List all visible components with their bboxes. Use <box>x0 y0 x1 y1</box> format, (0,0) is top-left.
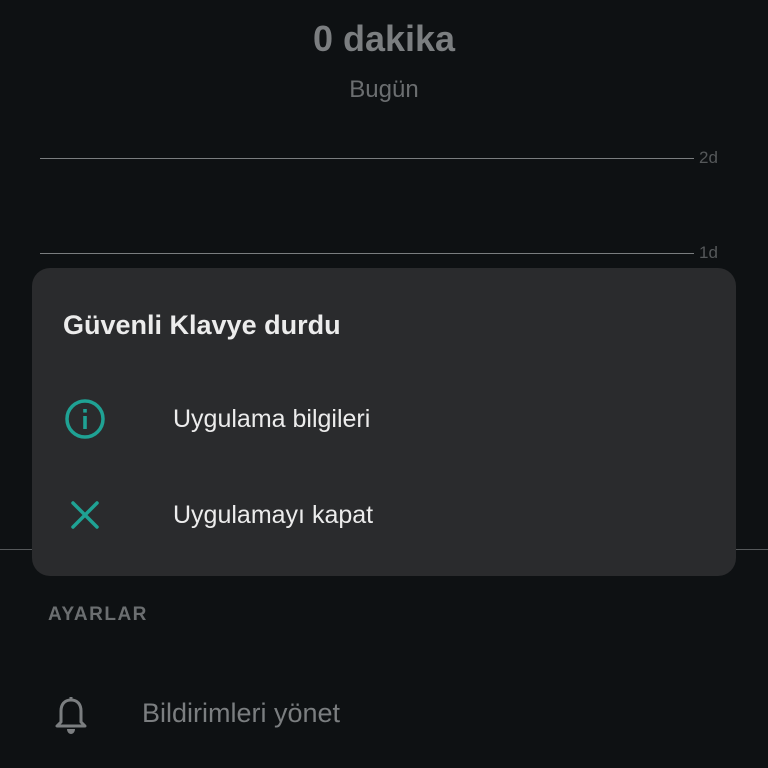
chart-gridline-label: 2d <box>699 148 718 167</box>
info-icon <box>65 399 105 439</box>
usage-total: 0 dakika <box>312 18 456 59</box>
settings-item-label: Bildirimleri yönet <box>142 698 341 728</box>
app-info-label: Uygulama bilgileri <box>173 405 371 433</box>
chart-gridline-label: 1d <box>699 243 718 262</box>
app-info-button[interactable]: Uygulama bilgileri <box>32 372 736 464</box>
settings-item-manage-notifications[interactable]: Bildirimleri yönet <box>0 680 768 752</box>
screen: 0 dakika Bugün 2d 1d AYARLAR Bildirimler… <box>0 0 768 768</box>
app-stopped-dialog: Güvenli Klavye durdu Uygulama bilgileri … <box>32 268 736 576</box>
dialog-title: Güvenli Klavye durdu <box>63 310 341 340</box>
close-icon <box>71 501 99 529</box>
usage-period: Bugün <box>349 76 419 103</box>
bell-icon <box>55 697 87 734</box>
chart-gridline <box>40 253 694 254</box>
close-app-label: Uygulamayı kapat <box>173 501 374 529</box>
chart-gridline <box>40 158 694 159</box>
section-header-settings: AYARLAR <box>48 604 148 625</box>
close-app-button[interactable]: Uygulamayı kapat <box>32 468 736 560</box>
